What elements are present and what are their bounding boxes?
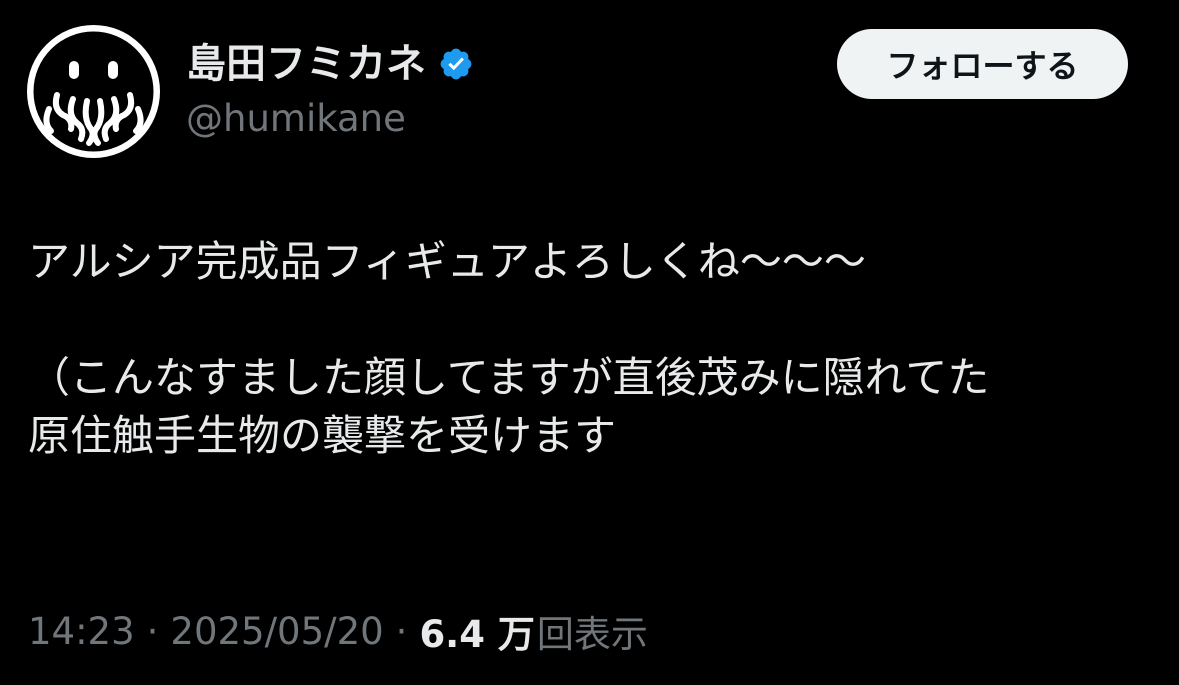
tweet-date[interactable]: 2025/05/20 — [170, 610, 383, 653]
author-display-name[interactable]: 島田フミカネ — [186, 38, 426, 90]
author-avatar[interactable] — [27, 25, 160, 158]
tweet-time[interactable]: 14:23 — [28, 610, 135, 653]
meta-separator: · — [146, 609, 159, 653]
author-name-row[interactable]: 島田フミカネ — [186, 38, 474, 90]
verified-badge-icon — [440, 48, 472, 80]
author-handle[interactable]: @humikane — [186, 96, 406, 142]
views-label: 回表示 — [536, 613, 648, 656]
tweet-meta: 14:23 · 2025/05/20 · 6.4 万 回表示 — [28, 606, 648, 657]
follow-button[interactable]: フォローする — [837, 29, 1128, 99]
tweet-line: アルシア完成品フィギュアよろしくね〜〜〜 — [28, 237, 866, 286]
meta-separator: · — [395, 609, 408, 653]
tweet-text: アルシア完成品フィギュアよろしくね〜〜〜 （こんなすました顔してますが直後茂みに… — [28, 233, 1153, 465]
tweet-line: （こんなすました顔してますが直後茂みに隠れてた — [28, 353, 990, 402]
views-count: 6.4 万 — [419, 613, 535, 656]
octopus-avatar-icon — [33, 31, 154, 152]
tweet-line: 原住触手生物の襲撃を受けます — [28, 411, 617, 460]
